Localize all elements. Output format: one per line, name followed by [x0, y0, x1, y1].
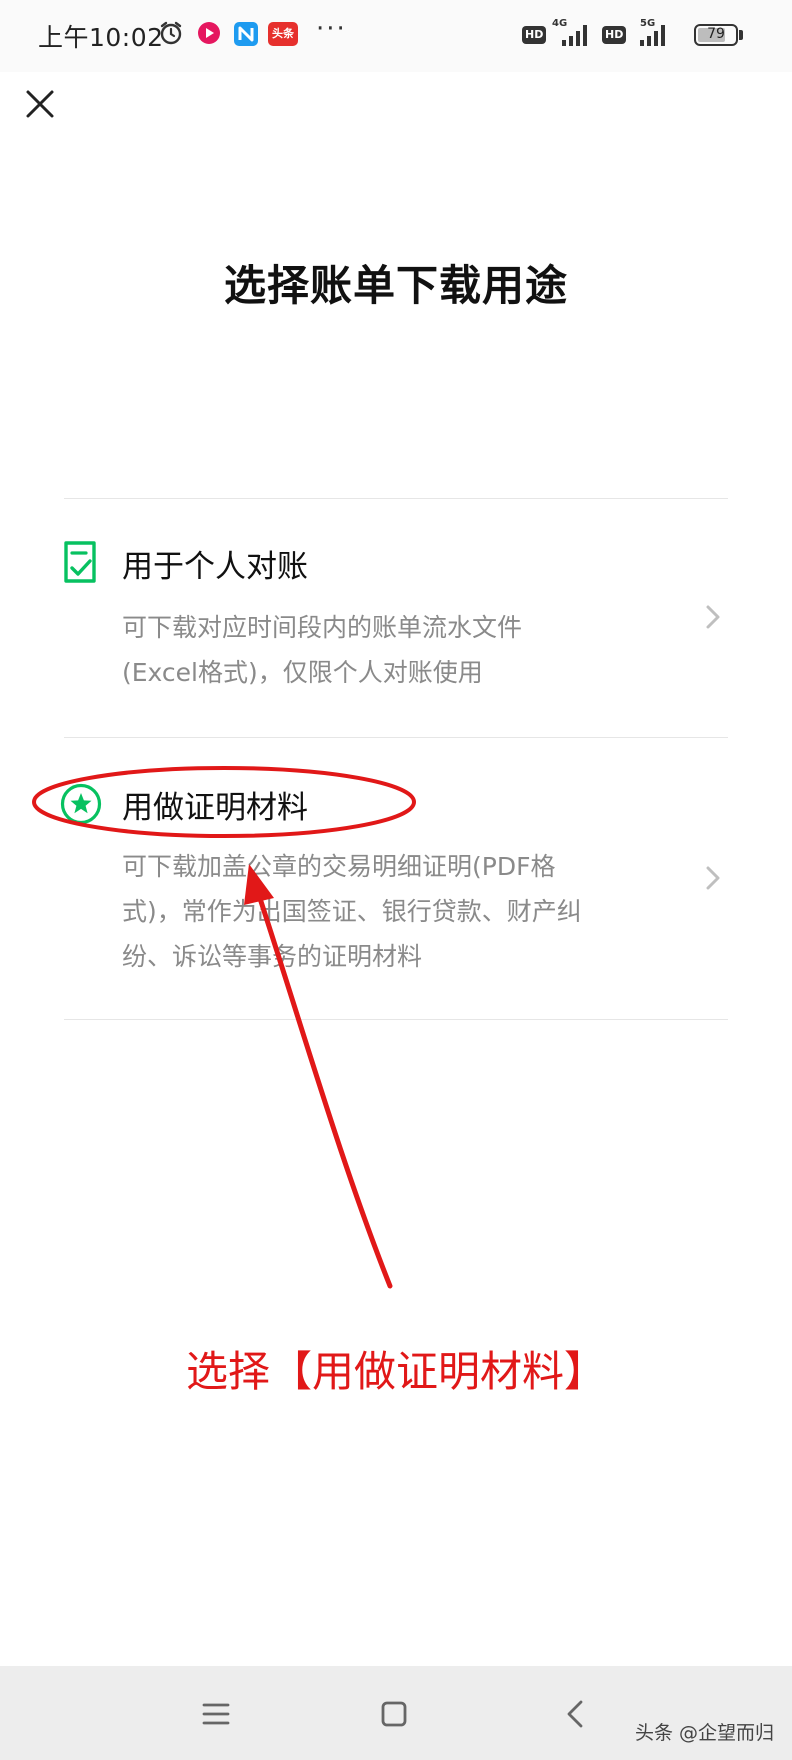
status-bar: 上午10:02 头条 ··· HD 4G HD 5G 79	[0, 0, 792, 72]
option-title: 用于个人对账	[122, 549, 308, 585]
more-notifications-icon: ···	[316, 14, 347, 44]
option-description-line: 可下载对应时间段内的账单流水文件	[122, 613, 523, 642]
back-icon[interactable]	[556, 1694, 596, 1734]
battery-level: 79	[707, 26, 725, 42]
alarm-clock-icon	[160, 21, 182, 45]
option-title: 用做证明材料	[122, 790, 308, 826]
video-app-icon	[198, 22, 220, 44]
toutiao-app-icon: 头条	[268, 22, 298, 46]
menu-icon[interactable]	[196, 1694, 236, 1734]
status-time: 上午10:02	[38, 23, 164, 52]
battery-tip	[739, 30, 743, 40]
star-badge-icon	[60, 783, 102, 825]
option-personal-reconciliation[interactable]: 用于个人对账 可下载对应时间段内的账单流水文件 (Excel格式)，仅限个人对账…	[64, 499, 728, 737]
chevron-right-icon	[706, 605, 720, 629]
option-description-line: (Excel格式)，仅限个人对账使用	[122, 658, 483, 687]
signal-strength-icon	[562, 25, 587, 46]
page-title: 选择账单下载用途	[223, 261, 568, 310]
option-description: 可下载加盖公章的交易明细证明(PDF格 式)，常作为出国签证、银行贷款、财产纠 …	[122, 844, 662, 979]
divider-bottom	[64, 1019, 728, 1020]
option-description: 可下载对应时间段内的账单流水文件 (Excel格式)，仅限个人对账使用	[122, 605, 662, 695]
hd-badge-2: HD	[602, 26, 627, 44]
home-icon[interactable]	[374, 1694, 414, 1734]
option-description-line: 纷、诉讼等事务的证明材料	[122, 942, 423, 971]
watermark: 头条 @企望而归	[634, 1722, 774, 1744]
hd-badge: HD	[522, 26, 547, 44]
close-icon[interactable]	[20, 84, 60, 124]
option-description-line: 可下载加盖公章的交易明细证明(PDF格	[122, 852, 556, 881]
signal-strength-icon-2	[640, 25, 665, 46]
option-description-line: 式)，常作为出国签证、银行贷款、财产纠	[122, 897, 582, 926]
news-app-icon	[234, 22, 258, 46]
system-nav-bar: 头条 @企望而归	[0, 1666, 792, 1760]
chevron-right-icon	[706, 866, 720, 890]
option-proof-material[interactable]: 用做证明材料 可下载加盖公章的交易明细证明(PDF格 式)，常作为出国签证、银行…	[60, 738, 728, 1019]
document-check-icon	[64, 541, 96, 583]
battery-icon: 79	[694, 24, 738, 46]
annotation-caption: 选择【用做证明材料】	[185, 1347, 606, 1396]
